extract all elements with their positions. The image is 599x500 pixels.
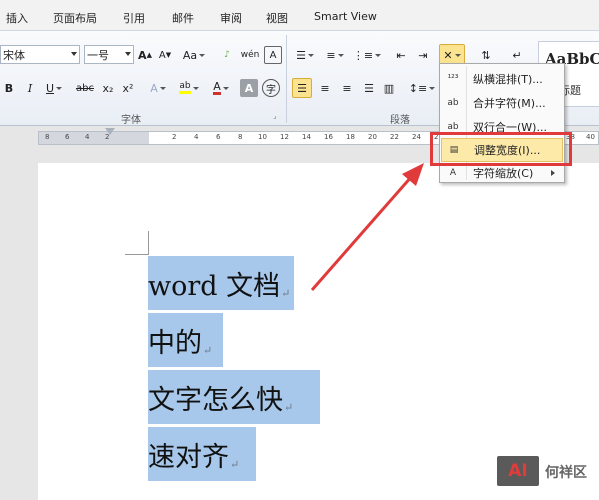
arrow-shaft	[310, 175, 414, 291]
watermark-logo-text: AI	[508, 461, 528, 481]
vertical-mixed-icon: ¹²³	[447, 74, 459, 84]
menu-item-label: 字符缩放(C)	[473, 167, 534, 180]
menu-item-vertical-mixed[interactable]: ¹²³ 纵横混排(T)...	[441, 67, 563, 91]
menu-item-label: 纵横混排(T)...	[473, 73, 543, 86]
submenu-arrow-icon	[551, 170, 555, 176]
combine-chars-icon: ab	[447, 98, 459, 108]
watermark-logo: AI	[497, 456, 539, 486]
char-scale-icon: A	[449, 168, 457, 178]
menu-item-combine-chars[interactable]: ab 合并字符(M)...	[441, 91, 563, 115]
watermark-text: 何祥区	[545, 465, 587, 481]
watermark: AI 何祥区	[497, 454, 597, 490]
red-highlight-box	[430, 132, 572, 166]
menu-item-label: 合并字符(M)...	[473, 97, 546, 110]
